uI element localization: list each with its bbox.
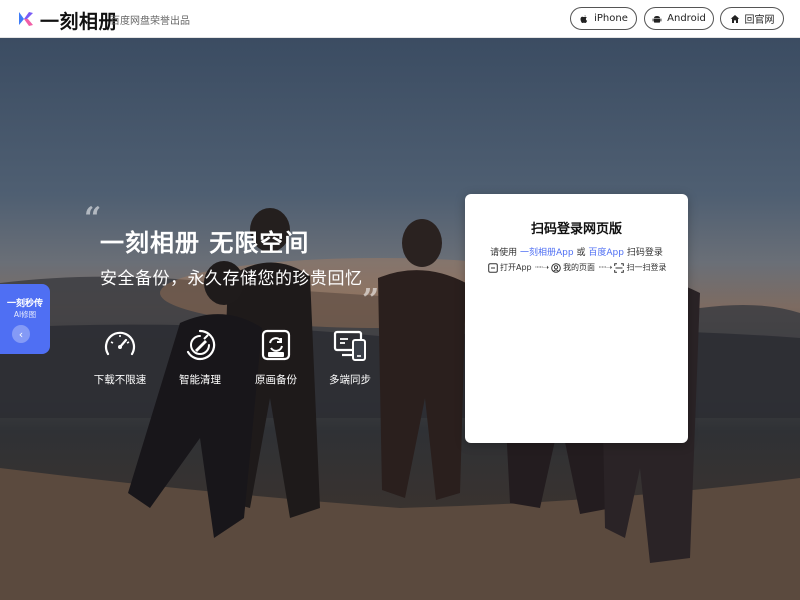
close-quote-mark: ” <box>362 283 380 318</box>
speedometer-icon <box>104 331 136 356</box>
side-tab-subtitle: AI修图 <box>13 310 37 319</box>
app-logo-icon[interactable] <box>18 10 34 27</box>
instruction-prefix: 请使用 <box>490 248 518 258</box>
broom-icon <box>186 329 216 361</box>
feature-multi-device-sync: 多端同步 <box>315 328 385 387</box>
feature-smart-cleanup: 智能清理 <box>165 328 235 387</box>
login-instruction: 请使用 一刻相册App 或 百度App 扫码登录 <box>465 245 688 258</box>
android-download-button[interactable]: Android <box>644 7 714 30</box>
android-button-label: Android <box>667 13 706 24</box>
qr-login-card: 扫码登录网页版 请使用 一刻相册App 或 百度App 扫码登录 打开App ·… <box>465 194 688 443</box>
yike-app-link[interactable]: 一刻相册App <box>520 248 574 258</box>
hero-title: 一刻相册 无限空间 <box>100 229 310 257</box>
apple-icon <box>580 14 588 23</box>
hero-subtitle: 安全备份，永久存储您的珍贵回忆 <box>100 269 363 289</box>
step-arrow: ·····➝ <box>598 263 612 272</box>
official-site-button[interactable]: 回官网 <box>720 7 784 30</box>
official-site-button-label: 回官网 <box>744 15 775 26</box>
iphone-button-label: iPhone <box>594 13 628 24</box>
instruction-or: 或 <box>576 248 586 258</box>
feature-label: 原画备份 <box>255 374 297 386</box>
collapse-arrow-icon[interactable]: ‹ <box>12 325 30 343</box>
side-promo-tab[interactable]: 一刻秒传 AI修图 ‹ <box>0 284 50 354</box>
app-box-icon <box>488 262 498 273</box>
login-steps: 打开App ·····➝ 我的页面 ·····➝ 扫一扫登录 <box>488 262 666 273</box>
brand-tagline: 百度网盘荣誉出品 <box>110 16 190 27</box>
feature-original-backup: 原画备份 <box>241 328 311 387</box>
android-icon <box>652 15 662 23</box>
step-my-page: 我的页面 <box>563 263 596 272</box>
original-backup-icon <box>261 329 291 361</box>
multi-device-icon <box>333 330 366 361</box>
profile-icon <box>551 262 561 273</box>
step-arrow: ·····➝ <box>534 263 549 272</box>
home-icon <box>730 14 739 23</box>
feature-label: 多端同步 <box>329 374 371 386</box>
top-header: 一刻相册 百度网盘荣誉出品 iPhone Android 回官网 <box>0 0 800 38</box>
brand-name[interactable]: 一刻相册 <box>40 7 118 34</box>
feature-download-speed: 下载不限速 <box>85 328 155 387</box>
open-quote-mark: “ <box>84 201 102 236</box>
feature-label: 智能清理 <box>179 374 221 386</box>
iphone-download-button[interactable]: iPhone <box>570 7 637 30</box>
step-scan-login: 扫一扫登录 <box>626 263 667 272</box>
instruction-suffix: 扫码登录 <box>626 248 663 258</box>
step-open-app: 打开App <box>500 263 532 272</box>
side-tab-title: 一刻秒传 <box>6 299 43 309</box>
login-card-title: 扫码登录网页版 <box>530 222 622 237</box>
feature-label: 下载不限速 <box>93 374 147 386</box>
scan-icon <box>614 262 625 273</box>
baidu-app-link[interactable]: 百度App <box>588 248 624 258</box>
